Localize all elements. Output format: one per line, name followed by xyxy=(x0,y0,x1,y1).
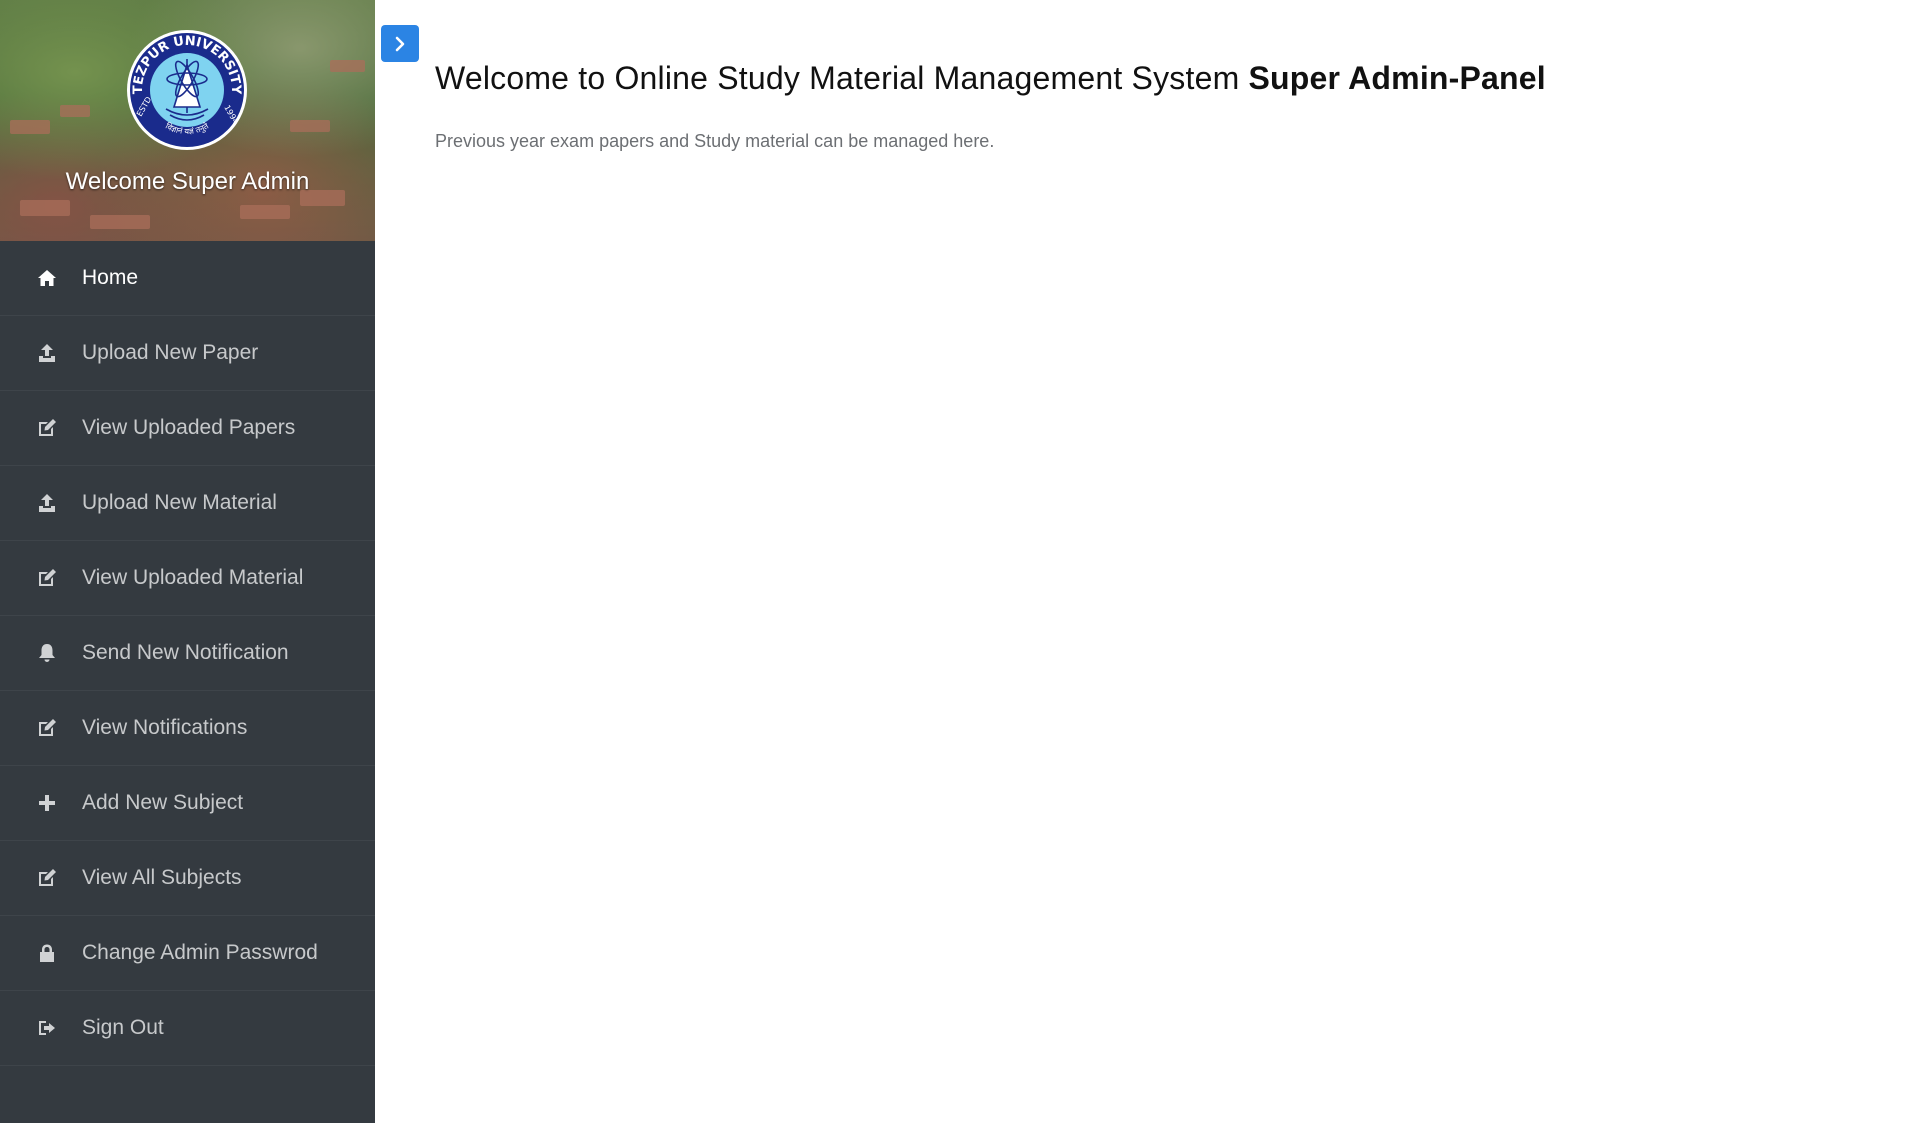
upload-icon xyxy=(36,492,58,514)
main-content: Welcome to Online Study Material Managem… xyxy=(435,60,1880,170)
edit-icon xyxy=(36,417,58,439)
sidebar-menu: Home Upload New Paper View Uploaded Pape… xyxy=(0,241,375,1066)
sidebar-item-label: Upload New Paper xyxy=(82,341,259,364)
sidebar-item-add-new-subject[interactable]: Add New Subject xyxy=(0,766,375,841)
sidebar-item-upload-new-paper[interactable]: Upload New Paper xyxy=(0,316,375,391)
sidebar-item-sign-out[interactable]: Sign Out xyxy=(0,991,375,1066)
sidebar-item-label: View Notifications xyxy=(82,716,248,739)
sign-out-icon xyxy=(36,1017,58,1039)
sidebar-item-label: Add New Subject xyxy=(82,791,244,814)
sidebar-item-view-uploaded-material[interactable]: View Uploaded Material xyxy=(0,541,375,616)
page-title-bold: Super Admin-Panel xyxy=(1248,60,1546,96)
sidebar-item-label: View All Subjects xyxy=(82,866,242,889)
sidebar-item-send-new-notification[interactable]: Send New Notification xyxy=(0,616,375,691)
sidebar-item-view-notifications[interactable]: View Notifications xyxy=(0,691,375,766)
chevron-right-icon xyxy=(395,36,405,51)
sidebar-item-label: Send New Notification xyxy=(82,641,289,664)
sidebar-item-label: Upload New Material xyxy=(82,491,277,514)
sidebar-item-home[interactable]: Home xyxy=(0,241,375,316)
sidebar: TEZPUR UNIVERSITY ESTD 1994 विज्ञानं यज्… xyxy=(0,0,375,1123)
sidebar-item-label: View Uploaded Papers xyxy=(82,416,296,439)
page-title-prefix: Welcome to Online Study Material Managem… xyxy=(435,60,1249,96)
page-description: Previous year exam papers and Study mate… xyxy=(435,131,995,151)
sidebar-item-label: Sign Out xyxy=(82,1016,164,1039)
lock-icon xyxy=(36,942,58,964)
sidebar-item-label: View Uploaded Material xyxy=(82,566,304,589)
sidebar-item-view-uploaded-papers[interactable]: View Uploaded Papers xyxy=(0,391,375,466)
sidebar-header: TEZPUR UNIVERSITY ESTD 1994 विज्ञानं यज्… xyxy=(0,0,375,241)
edit-icon xyxy=(36,867,58,889)
sidebar-item-view-all-subjects[interactable]: View All Subjects xyxy=(0,841,375,916)
edit-icon xyxy=(36,717,58,739)
page-title: Welcome to Online Study Material Managem… xyxy=(435,60,1880,97)
plus-icon xyxy=(36,792,58,814)
edit-icon xyxy=(36,567,58,589)
bell-icon xyxy=(36,642,58,664)
upload-icon xyxy=(36,342,58,364)
sidebar-welcome-text: Welcome Super Admin xyxy=(65,168,310,195)
sidebar-item-upload-new-material[interactable]: Upload New Material xyxy=(0,466,375,541)
sidebar-item-label: Home xyxy=(82,266,139,289)
sidebar-toggle-button[interactable] xyxy=(381,25,419,62)
sidebar-item-label: Change Admin Passwrod xyxy=(82,941,318,964)
university-logo: TEZPUR UNIVERSITY ESTD 1994 विज्ञानं यज्… xyxy=(127,30,247,150)
sidebar-item-change-admin-password[interactable]: Change Admin Passwrod xyxy=(0,916,375,991)
home-icon xyxy=(36,267,58,289)
